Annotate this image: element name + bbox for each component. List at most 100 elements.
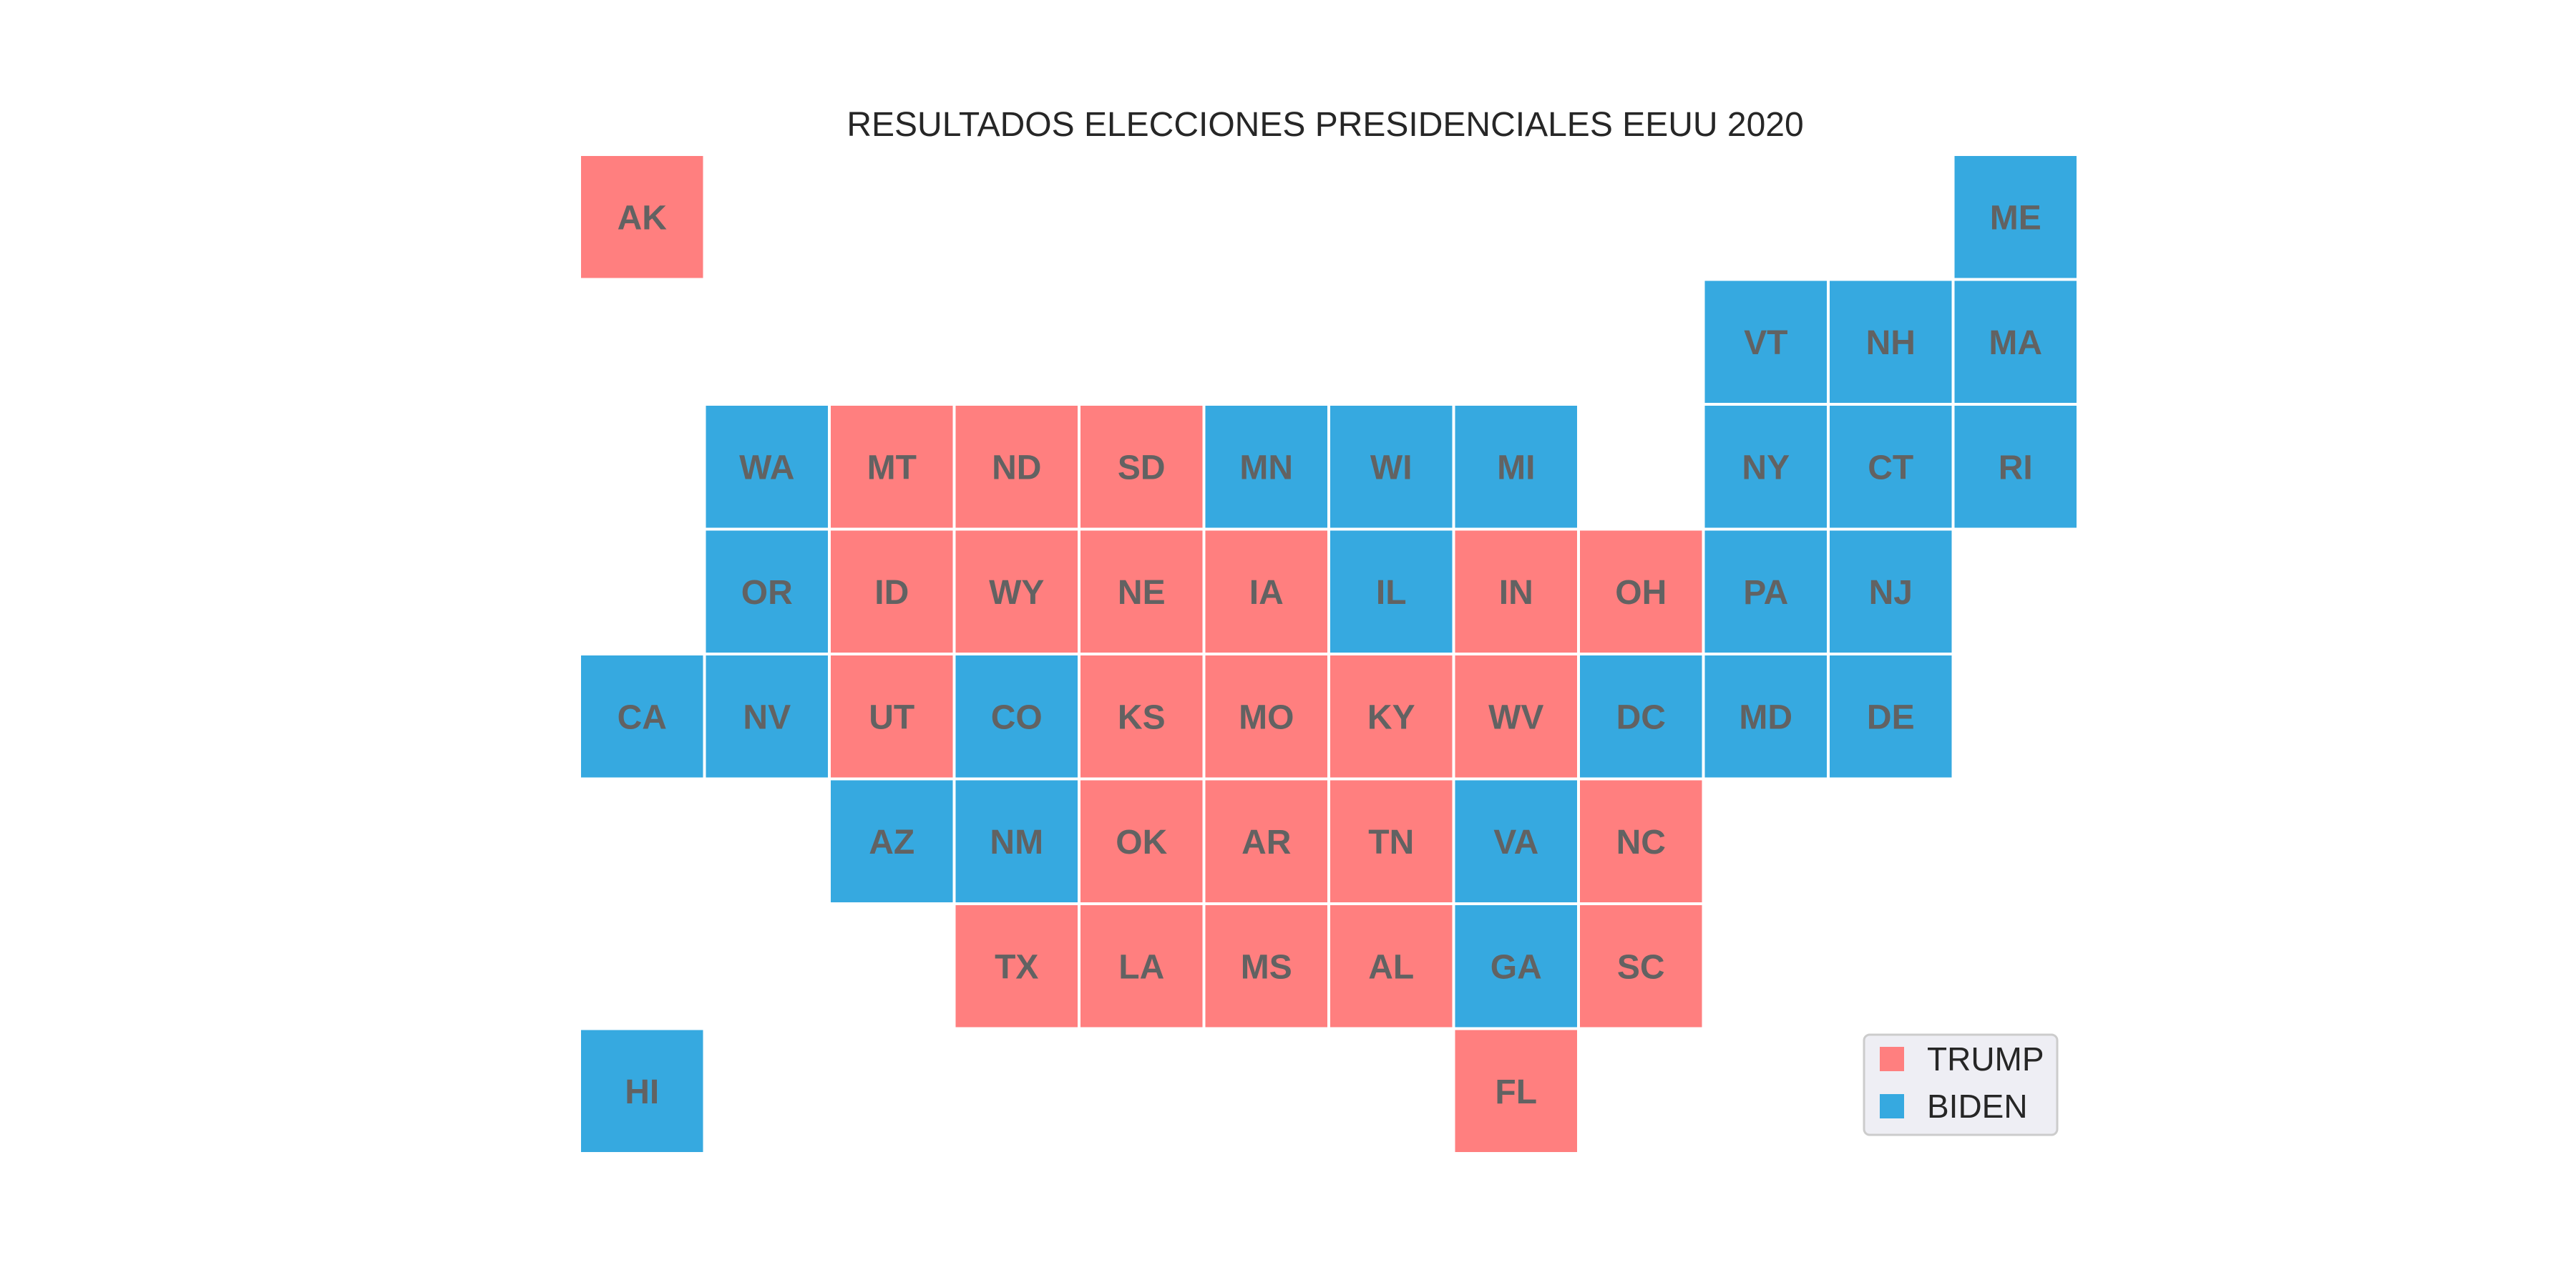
state-tile-label: OH bbox=[1615, 574, 1667, 612]
state-tile-label: WI bbox=[1370, 449, 1413, 487]
state-tile-label: VA bbox=[1493, 824, 1538, 862]
state-tile-nj: NJ bbox=[1830, 530, 1952, 653]
state-tile-de: DE bbox=[1830, 655, 1952, 778]
state-tile-label: DE bbox=[1867, 698, 1915, 736]
state-tile-ut: UT bbox=[831, 655, 953, 778]
state-tile-ky: KY bbox=[1330, 655, 1453, 778]
state-tile-al: AL bbox=[1330, 905, 1453, 1028]
state-tile-in: IN bbox=[1455, 530, 1577, 653]
state-tile-label: NE bbox=[1118, 574, 1166, 612]
state-tile-tn: TN bbox=[1330, 780, 1453, 902]
legend-swatch-biden bbox=[1880, 1094, 1904, 1118]
state-tile-nh: NH bbox=[1830, 280, 1952, 403]
state-tile-label: NM bbox=[990, 824, 1043, 862]
legend-label-trump: TRUMP bbox=[1927, 1040, 2044, 1078]
state-tile-label: LA bbox=[1118, 948, 1164, 986]
state-tile-label: ME bbox=[1990, 199, 2041, 237]
state-tile-fl: FL bbox=[1455, 1030, 1577, 1152]
legend-label-biden: BIDEN bbox=[1927, 1088, 2028, 1125]
state-tile-label: AR bbox=[1241, 824, 1291, 862]
state-tile-label: FL bbox=[1495, 1073, 1537, 1111]
state-tile-oh: OH bbox=[1580, 530, 1702, 653]
state-tile-mi: MI bbox=[1455, 406, 1577, 528]
state-tile-label: OK bbox=[1116, 824, 1167, 862]
state-tile-la: LA bbox=[1080, 905, 1203, 1028]
state-tile-id: ID bbox=[831, 530, 953, 653]
state-tile-ma: MA bbox=[1954, 280, 2077, 403]
state-tile-ak: AK bbox=[581, 156, 703, 278]
state-tile-mt: MT bbox=[831, 406, 953, 528]
state-tile-mo: MO bbox=[1205, 655, 1327, 778]
state-tile-ms: MS bbox=[1205, 905, 1327, 1028]
state-tile-label: MA bbox=[1989, 324, 2042, 362]
state-tiles: AK ME VT NH MA WA MT ND SD MN WI MI NY CT RI OR ID WY NE IA… bbox=[581, 156, 2077, 1152]
state-tile-label: TN bbox=[1368, 824, 1414, 862]
state-tile-co: CO bbox=[955, 655, 1078, 778]
state-tile-label: KY bbox=[1367, 698, 1415, 736]
state-tile-label: MD bbox=[1739, 698, 1792, 736]
state-tile-pa: PA bbox=[1704, 530, 1827, 653]
state-tile-label: IA bbox=[1249, 574, 1284, 612]
state-tile-wi: WI bbox=[1330, 406, 1453, 528]
state-tile-label: MS bbox=[1241, 948, 1292, 986]
state-tile-wa: WA bbox=[706, 406, 828, 528]
state-tile-me: ME bbox=[1954, 156, 2077, 278]
state-tile-label: ND bbox=[992, 449, 1041, 487]
state-tile-mn: MN bbox=[1205, 406, 1327, 528]
legend: TRUMP BIDEN bbox=[1863, 1033, 2059, 1136]
state-tile-label: UT bbox=[869, 698, 914, 736]
state-tile-label: GA bbox=[1491, 948, 1542, 986]
state-tile-label: HI bbox=[625, 1073, 659, 1111]
state-tile-hi: HI bbox=[581, 1030, 703, 1152]
state-tile-tx: TX bbox=[955, 905, 1078, 1028]
state-tile-label: SD bbox=[1118, 449, 1166, 487]
state-tile-nv: NV bbox=[706, 655, 828, 778]
state-tile-label: DC bbox=[1616, 698, 1666, 736]
state-tile-label: RI bbox=[1999, 449, 2033, 487]
tile-map-chart: RESULTADOS ELECCIONES PRESIDENCIALES EEU… bbox=[581, 106, 2077, 1152]
state-tile-label: WA bbox=[739, 449, 794, 487]
state-tile-sc: SC bbox=[1580, 905, 1702, 1028]
state-tile-ok: OK bbox=[1080, 780, 1203, 902]
state-tile-ri: RI bbox=[1954, 406, 2077, 528]
state-tile-wv: WV bbox=[1455, 655, 1577, 778]
state-tile-label: IL bbox=[1376, 574, 1407, 612]
state-tile-md: MD bbox=[1704, 655, 1827, 778]
state-tile-label: AZ bbox=[869, 824, 914, 862]
state-tile-label: AL bbox=[1368, 948, 1414, 986]
state-tile-label: MI bbox=[1497, 449, 1535, 487]
state-tile-label: CO bbox=[991, 698, 1043, 736]
state-tile-label: IN bbox=[1499, 574, 1533, 612]
state-tile-ga: GA bbox=[1455, 905, 1577, 1028]
chart-title: RESULTADOS ELECCIONES PRESIDENCIALES EEU… bbox=[847, 106, 1803, 144]
state-tile-label: NC bbox=[1616, 824, 1666, 862]
state-tile-label: NV bbox=[743, 698, 791, 736]
state-tile-dc: DC bbox=[1580, 655, 1702, 778]
state-tile-ks: KS bbox=[1080, 655, 1203, 778]
state-tile-label: PA bbox=[1743, 574, 1788, 612]
state-tile-vt: VT bbox=[1704, 280, 1827, 403]
state-tile-label: NY bbox=[1742, 449, 1790, 487]
state-tile-label: WV bbox=[1488, 698, 1543, 736]
state-tile-label: ID bbox=[874, 574, 909, 612]
state-tile-label: NH bbox=[1866, 324, 1916, 362]
state-tile-nc: NC bbox=[1580, 780, 1702, 902]
state-tile-nd: ND bbox=[955, 406, 1078, 528]
state-tile-ar: AR bbox=[1205, 780, 1327, 902]
state-tile-label: NJ bbox=[1869, 574, 1913, 612]
state-tile-ny: NY bbox=[1704, 406, 1827, 528]
state-tile-label: CT bbox=[1868, 449, 1913, 487]
state-tile-label: CA bbox=[618, 698, 667, 736]
state-tile-label: MO bbox=[1239, 698, 1294, 736]
state-tile-il: IL bbox=[1330, 530, 1453, 653]
state-tile-ne: NE bbox=[1080, 530, 1203, 653]
state-tile-label: TX bbox=[995, 948, 1038, 986]
state-tile-nm: NM bbox=[955, 780, 1078, 902]
state-tile-ca: CA bbox=[581, 655, 703, 778]
state-tile-az: AZ bbox=[831, 780, 953, 902]
state-tile-wy: WY bbox=[955, 530, 1078, 653]
state-tile-va: VA bbox=[1455, 780, 1577, 902]
state-tile-label: MT bbox=[867, 449, 917, 487]
state-tile-sd: SD bbox=[1080, 406, 1203, 528]
state-tile-label: KS bbox=[1118, 698, 1166, 736]
